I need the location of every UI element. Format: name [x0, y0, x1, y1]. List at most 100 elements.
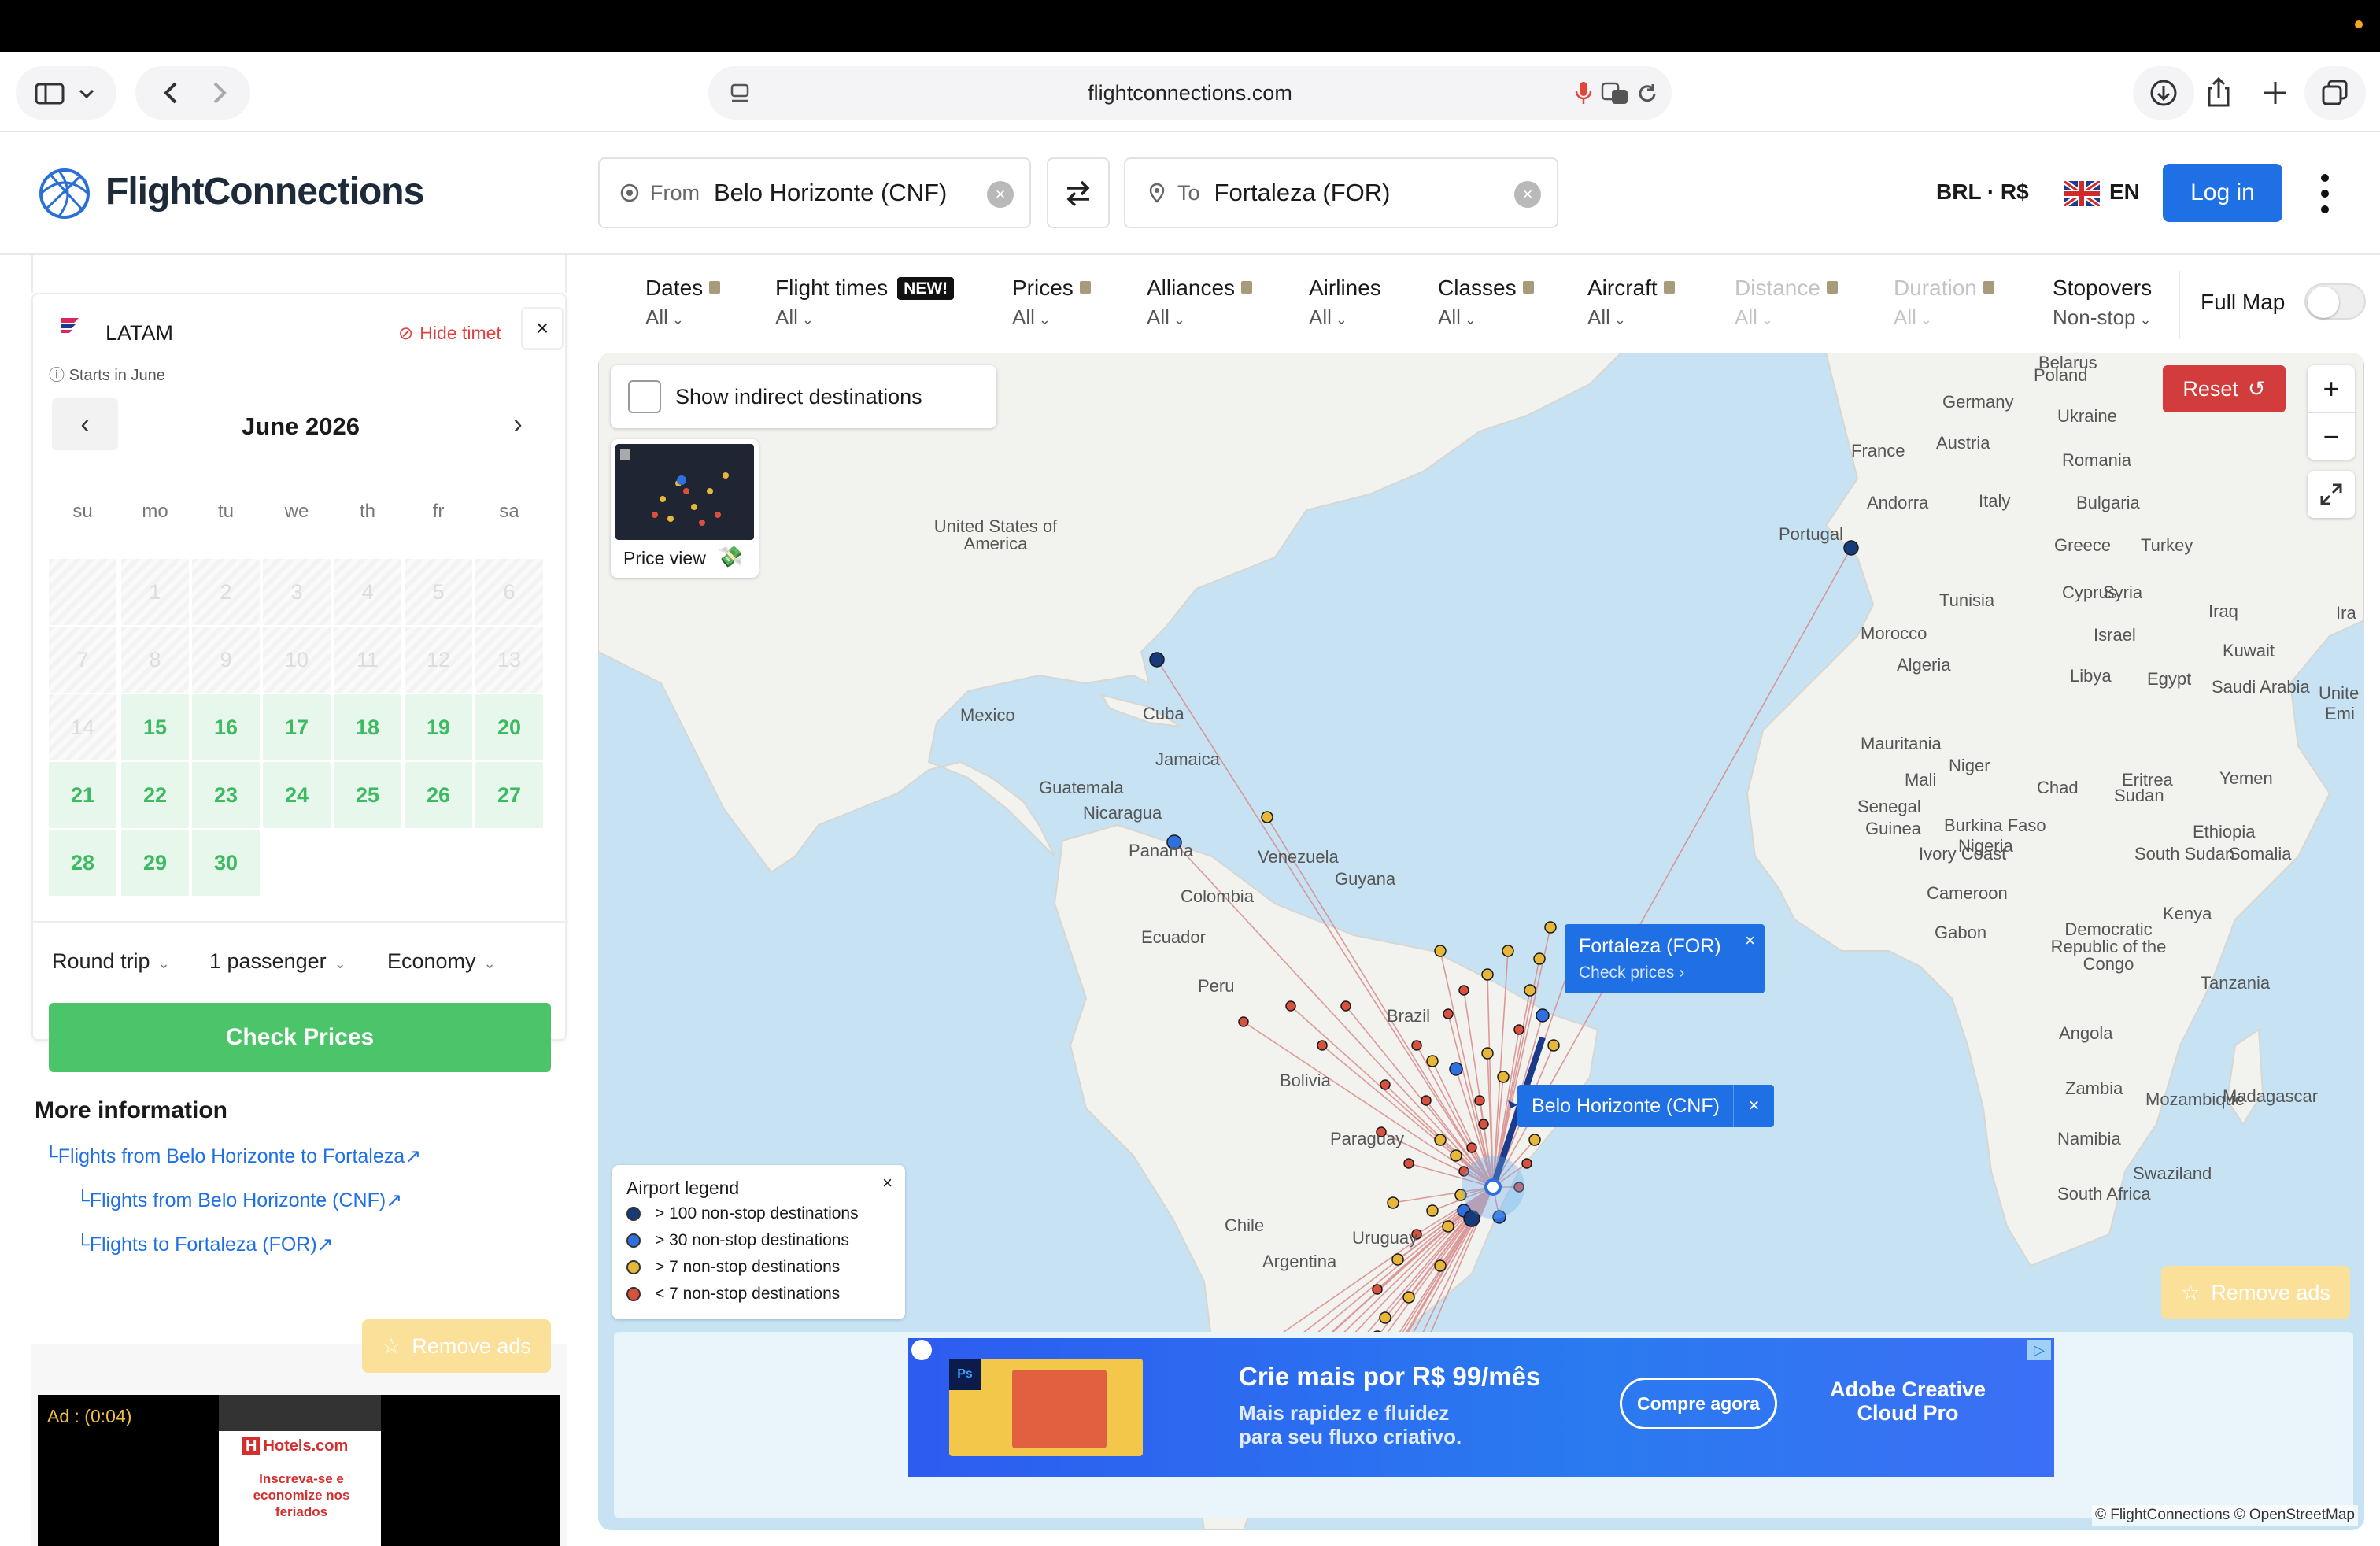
cabin-select[interactable]: Economy ⌄ [387, 949, 496, 974]
airport-marker[interactable] [1380, 1079, 1391, 1090]
currency-selector[interactable]: BRL · R$ [1936, 179, 2029, 205]
calendar-day[interactable]: 23 [192, 762, 260, 828]
ad-choices-icon[interactable]: ▷ [2027, 1340, 2051, 1360]
calendar-day[interactable]: 22 [121, 762, 189, 828]
video-ad[interactable]: Ad : (0:04) H Hotels.com Inscreva-se e ec… [38, 1395, 560, 1546]
calendar-day[interactable]: 18 [334, 694, 401, 760]
airport-marker[interactable] [1238, 1016, 1249, 1027]
filter-alliances[interactable]: Alliances All ⌄ [1147, 276, 1253, 330]
calendar-day[interactable]: 30 [192, 830, 260, 896]
airport-marker[interactable] [1387, 1196, 1399, 1209]
close-timetable-button[interactable]: × [521, 307, 564, 350]
calendar-day[interactable]: 20 [475, 694, 543, 760]
airport-marker[interactable] [1843, 540, 1859, 556]
route-map[interactable]: Germany Poland Belarus France Austria Romania… [598, 353, 2364, 1530]
link-from-cnf[interactable]: └Flights from Belo Horizonte (CNF)↗ [76, 1189, 402, 1212]
link-cnf-to-for[interactable]: └Flights from Belo Horizonte to Fortalez… [44, 1145, 421, 1168]
reload-icon[interactable] [1635, 82, 1659, 105]
airport-marker[interactable] [1449, 1062, 1463, 1076]
passengers-select[interactable]: 1 passenger ⌄ [209, 949, 346, 974]
airport-marker[interactable] [1285, 1000, 1296, 1012]
calendar-day[interactable]: 16 [192, 694, 260, 760]
swap-button[interactable] [1047, 157, 1110, 228]
site-logo[interactable]: FlightConnections [105, 170, 424, 213]
clear-to-button[interactable]: × [1514, 181, 1541, 208]
check-prices-button[interactable]: Check Prices [49, 1003, 551, 1072]
airport-marker[interactable] [1442, 1220, 1454, 1233]
translate-icon[interactable] [1601, 82, 1631, 105]
airport-marker[interactable] [1524, 984, 1536, 997]
airport-marker[interactable] [1403, 1158, 1414, 1169]
filter-stopovers[interactable]: Stopovers Non-stop ⌄ [2053, 276, 2152, 330]
airport-marker[interactable] [1391, 1253, 1404, 1266]
calendar-day[interactable]: 29 [121, 830, 189, 896]
airport-marker[interactable] [1458, 985, 1469, 996]
trip-type-select[interactable]: Round trip ⌄ [52, 949, 170, 974]
ad-cta-button[interactable]: Compre agora [1620, 1378, 1777, 1429]
destination-callout[interactable]: Fortaleza (FOR) Check prices › × [1565, 924, 1765, 993]
airport-marker[interactable] [1533, 952, 1546, 965]
filter-aircraft[interactable]: Aircraft All ⌄ [1587, 276, 1675, 330]
origin-callout[interactable]: Belo Horizonte (CNF) × [1517, 1085, 1774, 1127]
hide-timetable-link[interactable]: ⊘ Hide timet [398, 323, 501, 344]
airport-marker[interactable] [1443, 1008, 1454, 1019]
airport-marker[interactable] [1513, 1024, 1524, 1035]
ad-privacy-icon[interactable] [911, 1340, 932, 1360]
airport-marker[interactable] [1547, 1039, 1560, 1052]
airport-marker[interactable] [1340, 1000, 1351, 1012]
remove-ads-button-map[interactable]: ☆ Remove ads [2161, 1266, 2350, 1319]
check-prices-link[interactable]: Check prices › [1579, 963, 1684, 982]
page-menu-icon[interactable] [729, 82, 752, 105]
filter-flight-times[interactable]: Flight times NEW! All ⌄ [775, 276, 955, 330]
microphone-icon[interactable] [1574, 80, 1593, 105]
indirect-toggle[interactable]: Show indirect destinations [611, 365, 996, 428]
airport-marker[interactable] [1402, 1291, 1415, 1304]
clear-from-button[interactable]: × [987, 181, 1014, 208]
airport-marker[interactable] [1466, 1142, 1477, 1153]
close-legend-button[interactable]: × [882, 1173, 893, 1193]
airport-marker[interactable] [1481, 1047, 1494, 1060]
airport-marker[interactable] [1474, 1095, 1485, 1106]
tab-overview-button[interactable] [2304, 66, 2366, 120]
banner-ad[interactable]: Ps Crie mais por R$ 99/mês Mais rapidez … [908, 1338, 2054, 1477]
address-bar[interactable]: flightconnections.com [708, 66, 1672, 120]
airport-marker[interactable] [1421, 1095, 1432, 1106]
airport-marker[interactable] [1411, 1040, 1422, 1051]
sidebar-toggle-button[interactable] [16, 66, 116, 120]
filter-classes[interactable]: Classes All ⌄ [1438, 276, 1534, 330]
airport-marker[interactable] [1434, 1134, 1447, 1146]
airport-marker[interactable] [1261, 811, 1273, 823]
airport-marker[interactable] [1434, 1259, 1447, 1272]
indirect-checkbox[interactable] [628, 380, 661, 413]
more-vertical-icon[interactable] [2317, 170, 2333, 217]
airport-marker[interactable] [1426, 1204, 1439, 1217]
new-tab-button[interactable] [2248, 66, 2303, 120]
airport-marker[interactable] [1502, 945, 1514, 957]
close-callout-button[interactable]: × [1745, 930, 1755, 951]
calendar-day[interactable]: 27 [475, 762, 543, 828]
remove-ads-button-left[interactable]: ☆ Remove ads [362, 1319, 551, 1373]
airport-marker[interactable] [1149, 652, 1165, 668]
reset-button[interactable]: Reset ↺ [2163, 365, 2286, 412]
airport-marker[interactable] [1497, 1071, 1510, 1083]
airport-marker[interactable] [1481, 968, 1494, 981]
calendar-day[interactable]: 15 [121, 694, 189, 760]
filter-dates[interactable]: Dates All ⌄ [645, 276, 721, 330]
fullscreen-button[interactable] [2308, 471, 2355, 518]
airport-marker[interactable] [1478, 1119, 1489, 1130]
language-selector[interactable]: EN [2109, 179, 2140, 205]
next-month-button[interactable]: › [485, 398, 551, 450]
airport-marker[interactable] [1544, 921, 1557, 934]
zoom-out-button[interactable]: − [2308, 412, 2355, 460]
share-button[interactable] [2191, 66, 2246, 120]
calendar-day[interactable]: 26 [405, 762, 472, 828]
airport-marker[interactable] [1450, 1149, 1462, 1162]
airport-marker[interactable] [1372, 1284, 1383, 1295]
to-field[interactable]: To Fortaleza (FOR) × [1124, 157, 1558, 228]
close-origin-button[interactable]: × [1733, 1085, 1774, 1127]
price-view-button[interactable]: Price view 💸 [611, 439, 759, 578]
login-button[interactable]: Log in [2163, 164, 2282, 222]
full-map-toggle[interactable] [2304, 283, 2366, 320]
airport-marker[interactable] [1528, 1134, 1541, 1146]
filter-airlines[interactable]: Airlines All ⌄ [1309, 276, 1381, 330]
